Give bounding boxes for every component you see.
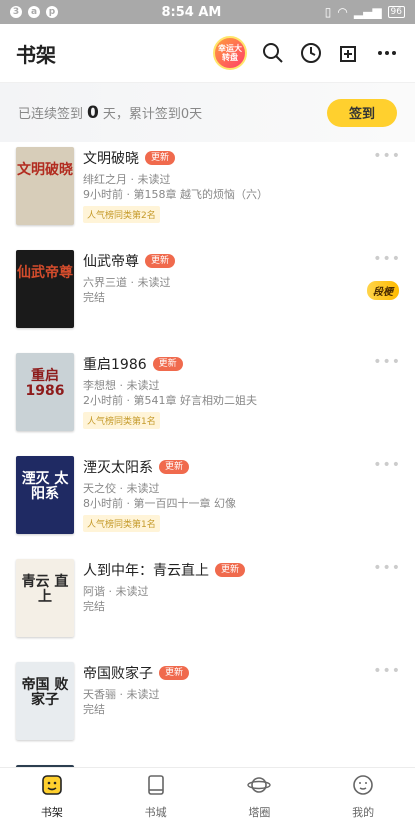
book-latest-chapter: 9小时前 · 第158章 越飞的烦恼（六）: [83, 188, 268, 201]
book-info: 仙武帝尊 更新六界三道 · 未读过 完结: [83, 250, 399, 348]
update-badge: 更新: [159, 666, 190, 680]
book-latest-chapter: 8小时前 · 第一百四十一章 幻像: [83, 497, 236, 510]
book-latest-chapter: 完结: [83, 703, 105, 716]
book-cover-title: 重启 1986: [25, 368, 65, 399]
book-cover[interactable]: 帝国 败家子: [16, 662, 74, 740]
lucky-wheel-icon[interactable]: 幸运大转盘: [213, 36, 247, 70]
book-info: 人到中年：青云直上 更新阿谐 · 未读过 完结: [83, 559, 399, 657]
book-author-status: 阿谐 · 未读过: [83, 585, 149, 598]
book-item[interactable]: 湮灭 太阳系 湮灭太阳系 更新天之佼 · 未读过 8小时前 · 第一百四十一章 幻像人…: [0, 451, 415, 554]
book-cover-title: 仙武帝尊: [17, 265, 73, 281]
popularity-rank-badge: 人气榜同类第2名: [83, 206, 160, 223]
book-title[interactable]: 人到中年：青云直上: [83, 560, 209, 580]
update-badge: 更新: [145, 254, 176, 268]
nav-tab-profile[interactable]: 我的: [311, 768, 415, 825]
more-options-icon[interactable]: •••: [373, 560, 401, 576]
book-author-status: 六界三道 · 未读过: [83, 276, 171, 289]
bookshelf-list: 文明破晓 文明破晓 更新 绯红之月 · 未读过 9小时前 · 第158章 越飞的烦恼（六…: [0, 142, 415, 767]
history-clock-icon[interactable]: [299, 41, 323, 65]
bookstore-icon: [144, 773, 168, 800]
import-book-icon[interactable]: [337, 41, 361, 65]
update-badge: 更新: [159, 460, 190, 474]
book-item[interactable]: 仙武帝尊 仙武帝尊 更新 六界三道 · 未读过 完结 ••• 段梗: [0, 245, 415, 348]
signin-suffix: 天，累计签到0天: [102, 106, 203, 122]
more-options-icon[interactable]: •••: [373, 148, 401, 164]
book-latest-chapter: 2小时前 · 第541章 好言相劝二姐夫: [83, 394, 257, 407]
book-cover[interactable]: 文明破晓: [16, 147, 74, 225]
book-title[interactable]: 湮灭太阳系: [83, 457, 153, 477]
book-cover-title: 帝国 败家子: [21, 677, 69, 708]
nav-tab-label: 书城: [144, 806, 167, 819]
more-options-icon[interactable]: •••: [373, 251, 401, 267]
popularity-rank-badge: 人气榜同类第1名: [83, 515, 160, 532]
planet-icon: [247, 773, 272, 800]
book-author-status: 李想想 · 未读过: [83, 379, 160, 392]
book-cover[interactable]: 仙武帝尊: [16, 250, 74, 328]
profile-icon: [351, 773, 375, 800]
book-info: 文明破晓 更新绯红之月 · 未读过 9小时前 · 第158章 越飞的烦恼（六） 人气榜…: [83, 147, 399, 245]
signal-icon: ▂▄▆: [353, 5, 382, 19]
book-item[interactable]: 重启 1986 重启1986 更新李想想 · 未读过 2小时前 · 第541章 好言相…: [0, 348, 415, 451]
update-badge: 更新: [145, 151, 176, 165]
nav-tab-label: 塔圈: [248, 806, 271, 819]
book-cover-title: 青云 直上: [21, 574, 69, 605]
update-badge: 更新: [215, 563, 246, 577]
book-title[interactable]: 仙武帝尊: [83, 251, 139, 271]
signin-status: 已连续签到 0 天，累计签到0天: [18, 103, 202, 123]
more-menu-icon[interactable]: [375, 41, 399, 65]
book-cover[interactable]: 湮灭 太阳系: [16, 456, 74, 534]
signin-strip: 已连续签到 0 天，累计签到0天 签到: [0, 82, 415, 142]
signin-prefix: 已连续签到: [18, 106, 84, 122]
search-icon[interactable]: [261, 41, 285, 65]
signin-days: 0: [87, 102, 99, 123]
notification-icon: 3: [10, 6, 22, 18]
person-icon: p: [46, 6, 58, 18]
nav-tab-planet[interactable]: 塔圈: [208, 768, 312, 825]
more-options-icon[interactable]: •••: [373, 354, 401, 370]
book-title[interactable]: 重启1986: [83, 354, 147, 374]
page-title: 书架: [16, 42, 56, 67]
book-item[interactable]: 文明破晓 文明破晓 更新 绯红之月 · 未读过 9小时前 · 第158章 越飞的烦恼（六…: [0, 142, 415, 245]
update-badge: 更新: [152, 357, 183, 371]
popularity-rank-badge: 人气榜同类第1名: [83, 412, 160, 429]
nav-tab-label: 我的: [352, 806, 375, 819]
more-options-icon[interactable]: •••: [373, 663, 401, 679]
android-icon: a: [28, 6, 40, 18]
battery-icon: 96: [387, 6, 405, 18]
nav-tab-label: 书架: [40, 806, 63, 819]
book-author-status: 绯红之月 · 未读过: [83, 173, 171, 186]
signin-button[interactable]: 签到: [327, 98, 397, 127]
book-cover[interactable]: 青云 直上: [16, 559, 74, 637]
book-latest-chapter: 完结: [83, 291, 105, 304]
book-info: 重启1986 更新李想想 · 未读过 2小时前 · 第541章 好言相劝二姐夫人气榜…: [83, 353, 399, 451]
book-cover-title: 湮灭 太阳系: [21, 471, 69, 502]
nav-tab-bookstore[interactable]: 书城: [104, 768, 208, 825]
book-cover-title: 文明破晓: [17, 162, 73, 178]
bookshelf-icon: [40, 773, 64, 800]
status-time: 8:54 AM: [161, 4, 222, 20]
app-header: 书架 幸运大转盘: [0, 24, 415, 82]
more-options-icon[interactable]: •••: [373, 457, 401, 473]
book-info: 湮灭太阳系 更新天之佼 · 未读过 8小时前 · 第一百四十一章 幻像人气榜同类第1…: [83, 456, 399, 554]
bottom-nav: 书架 书城 塔圈 我的: [0, 767, 415, 825]
book-item[interactable]: 青云 直上 人到中年：青云直上 更新 阿谐 · 未读过 完结 •••: [0, 554, 415, 657]
book-title[interactable]: 文明破晓: [83, 148, 139, 168]
special-badge: 段梗: [367, 281, 399, 300]
book-item[interactable]: 永恒之门更新•••: [0, 760, 415, 767]
book-author-status: 天香骊 · 未读过: [83, 688, 160, 701]
status-bar: 3 a p 8:54 AM ▯ ◠ ▂▄▆ 96: [0, 0, 415, 24]
book-cover[interactable]: 重启 1986: [16, 353, 74, 431]
book-latest-chapter: 完结: [83, 600, 105, 613]
vibrate-icon: ▯: [324, 5, 332, 19]
book-info: 帝国败家子 更新天香骊 · 未读过 完结: [83, 662, 399, 760]
book-author-status: 天之佼 · 未读过: [83, 482, 160, 495]
nav-tab-bookshelf[interactable]: 书架: [0, 768, 104, 825]
wifi-icon: ◠: [337, 5, 348, 19]
book-item[interactable]: 帝国 败家子 帝国败家子 更新 天香骊 · 未读过 完结 •••: [0, 657, 415, 760]
book-title[interactable]: 帝国败家子: [83, 663, 153, 683]
